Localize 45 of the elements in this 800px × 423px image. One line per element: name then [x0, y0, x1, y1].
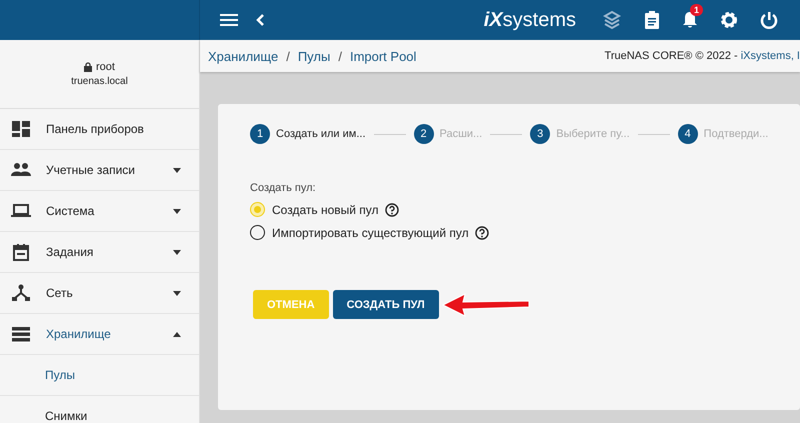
hostname: truenas.local: [71, 76, 128, 87]
copyright-text: TrueNAS CORE® © 2022 -: [604, 50, 738, 62]
sidebar-item[interactable]: Сеть: [0, 273, 199, 314]
storage-icon: [11, 325, 31, 343]
breadcrumb-separator: /: [286, 48, 290, 64]
step-number[interactable]: 4: [678, 124, 698, 144]
sidebar-item[interactable]: Панель приборов: [0, 109, 199, 150]
company-link[interactable]: iXsystems, I: [740, 50, 800, 62]
sidebar-item[interactable]: Система: [0, 191, 199, 232]
step-label[interactable]: Создать или им...: [276, 128, 366, 140]
sidebar-item[interactable]: Учетные записи: [0, 150, 199, 191]
radio-option[interactable]: Создать новый пул: [250, 202, 379, 217]
menu-icon[interactable]: [220, 13, 238, 27]
breadcrumb-link[interactable]: Import Pool: [350, 48, 416, 64]
step-number[interactable]: 2: [414, 124, 434, 144]
create-button[interactable]: СОЗДАТЬ ПУЛ: [332, 290, 439, 319]
username: root: [96, 61, 115, 73]
breadcrumb-separator: /: [338, 48, 342, 64]
settings-icon[interactable]: [720, 11, 738, 29]
power-icon[interactable]: [760, 11, 778, 29]
network-icon: [11, 284, 31, 302]
logo: iXsystems: [484, 8, 576, 32]
laptop-icon: [11, 202, 31, 220]
notification-badge: 1: [690, 4, 704, 16]
people-icon: [11, 161, 31, 179]
calendar-icon: [11, 243, 31, 261]
lock-icon: [84, 62, 92, 72]
sidebar-subitem[interactable]: Пулы: [0, 355, 199, 396]
breadcrumb-link[interactable]: Пулы: [298, 48, 330, 64]
bell-icon[interactable]: [682, 11, 698, 29]
help-icon[interactable]: [384, 202, 399, 216]
dashboard-icon: [11, 120, 31, 138]
breadcrumb-link[interactable]: Хранилище: [208, 48, 278, 64]
back-chevron-icon[interactable]: [256, 14, 264, 26]
help-icon[interactable]: [474, 226, 489, 240]
field-label: Создать пул:: [250, 182, 317, 194]
step-number[interactable]: 1: [250, 124, 270, 144]
sidebar-subitem[interactable]: Снимки: [0, 396, 199, 423]
layers-icon[interactable]: [602, 10, 622, 30]
pointer-arrow-icon: [440, 292, 531, 318]
step-number[interactable]: 3: [530, 124, 550, 144]
clipboard-icon[interactable]: [644, 10, 660, 30]
sidebar-item[interactable]: Хранилище: [0, 314, 199, 355]
radio-option[interactable]: Импортировать существующий пул: [250, 225, 469, 240]
sidebar-item[interactable]: Задания: [0, 232, 199, 273]
